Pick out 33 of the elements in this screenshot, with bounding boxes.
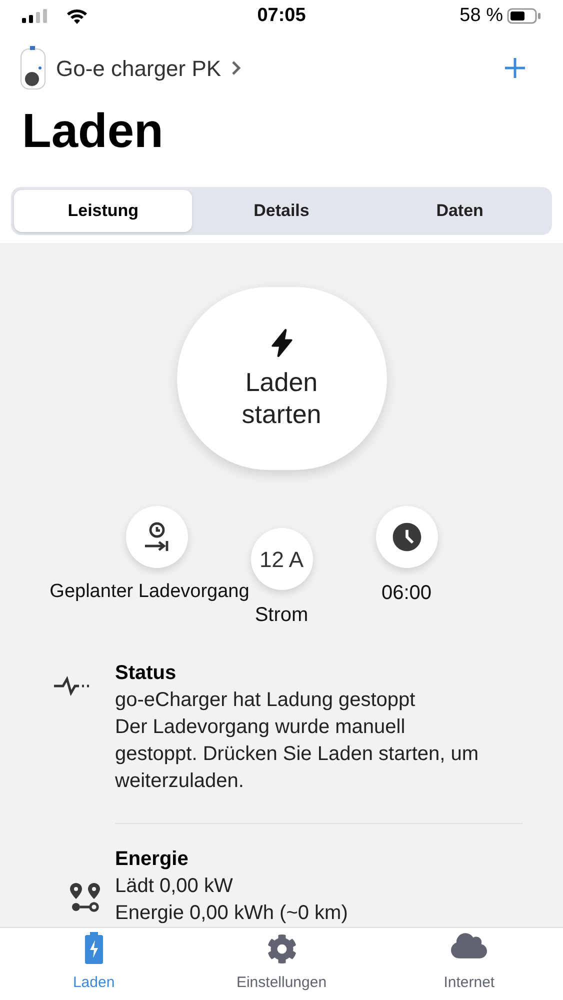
info-text: go-eCharger hat Ladung gestoppt [115, 688, 416, 713]
section-title: Status [115, 661, 178, 686]
nav-tab[interactable]: Internet [375, 928, 563, 1000]
add-button[interactable] [505, 58, 525, 78]
nav-tab[interactable]: Laden [0, 928, 188, 1000]
battery-bolt-icon [84, 932, 103, 964]
pulse-icon [54, 676, 92, 696]
info-text: Lädt 0,00 kW [115, 874, 234, 899]
chevron-right-icon [231, 60, 242, 76]
wallbox-icon [20, 46, 46, 90]
clock-arrow-icon [144, 522, 170, 552]
clock-time: 07:05 [257, 4, 306, 28]
settings-icon [266, 934, 296, 964]
action-label: 06:00 [381, 581, 432, 606]
action-label: Strom [254, 603, 308, 628]
plus-icon [505, 58, 525, 78]
current-button[interactable]: 12 A [250, 528, 312, 590]
action-label: Geplanter Ladevorgang [50, 580, 250, 604]
info-text: Energie 0,00 kWh (~0 km) [115, 901, 349, 926]
battery-icon [506, 8, 541, 24]
tab[interactable]: Details [192, 190, 371, 232]
section-title: Energie [115, 847, 190, 872]
device-selector[interactable]: Go-e charger PK [20, 46, 242, 90]
route-pins-icon [68, 882, 100, 914]
info-text: Der Ladevorgang wurde manuell gestoppt. Drücken Sie Laden starten, um weiterzuladen. [115, 715, 480, 794]
start-charging-button[interactable]: Laden starten [176, 287, 386, 470]
signal-icon [22, 9, 48, 23]
battery-percent: 58 % [460, 4, 503, 28]
tab[interactable]: Daten [370, 190, 549, 232]
page-title: Laden [21, 104, 164, 160]
wifi-icon [66, 8, 88, 24]
nav-tab[interactable]: Einstellungen [188, 928, 376, 1000]
tab[interactable]: Leistung [14, 190, 192, 232]
